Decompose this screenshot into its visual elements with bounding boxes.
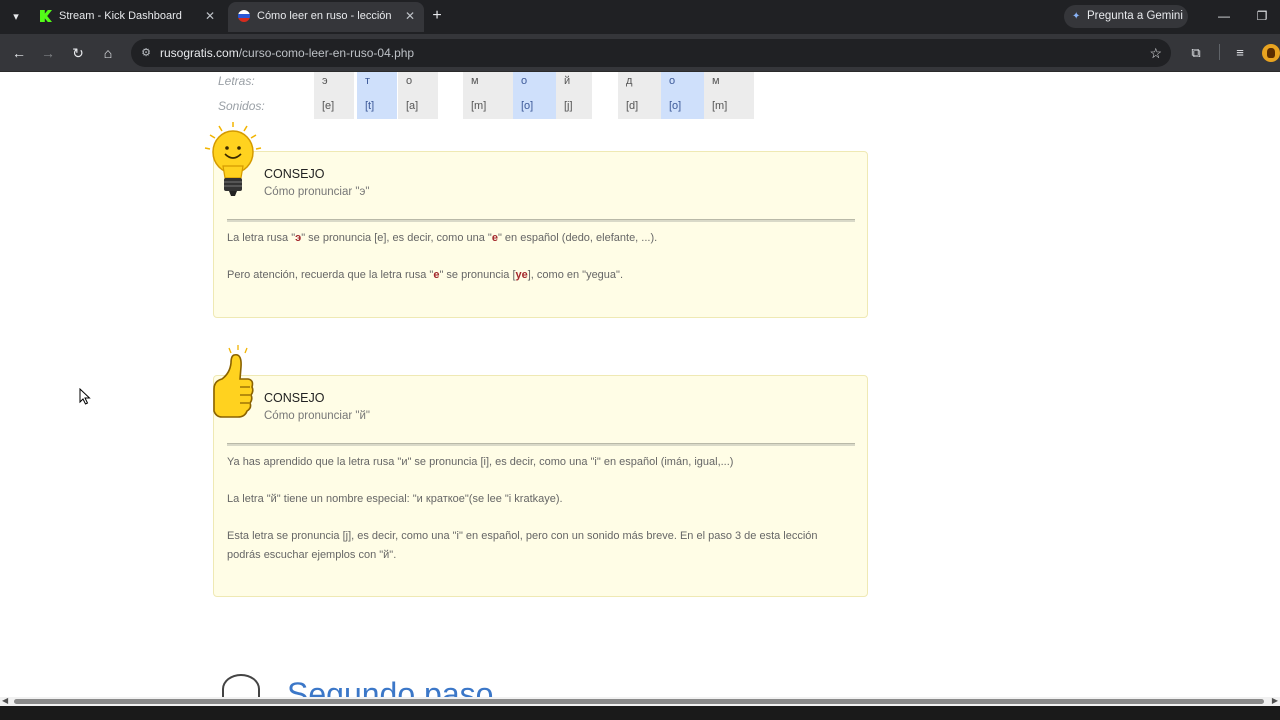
home-icon[interactable]: ⌂: [97, 42, 119, 64]
letter-cell: д: [618, 72, 661, 94]
thumbs-up-icon: [213, 345, 254, 418]
reload-icon[interactable]: ↻: [67, 42, 89, 64]
sound-cell: [a]: [398, 94, 438, 119]
letter-cell: й: [556, 72, 592, 94]
forward-arrow-icon[interactable]: →: [37, 42, 59, 64]
tip-divider: [227, 443, 855, 446]
scroll-left-arrow-icon[interactable]: ◀: [2, 696, 8, 705]
letter-cell: о: [398, 72, 438, 94]
gemini-button-label: Pregunta a Gemini: [1087, 10, 1183, 22]
tip-heading: CONSEJO: [264, 391, 325, 405]
tip-paragraph: Ya has aprendido que la letra rusa "и" s…: [227, 456, 734, 468]
close-icon[interactable]: ✕: [405, 2, 415, 30]
address-bar[interactable]: ⚙ rusogratis.com/curso-como-leer-en-ruso…: [131, 39, 1171, 67]
tab-bar: ▾ Stream - Kick Dashboard ✕ Cómo leer en…: [0, 0, 1280, 34]
window-bottom-edge: [0, 706, 1280, 720]
profile-avatar-icon[interactable]: [1262, 44, 1280, 62]
horizontal-scrollbar[interactable]: ◀ ▶: [0, 696, 1280, 706]
tip-paragraph: Pero atención, recuerda que la letra rus…: [227, 269, 624, 281]
letter-cell: о: [661, 72, 704, 94]
gemini-button[interactable]: ✦ Pregunta a Gemini: [1064, 5, 1188, 28]
gemini-spark-icon: ✦: [1072, 11, 1081, 22]
highlight-sound: ye: [515, 269, 528, 281]
tab-kick-dashboard[interactable]: Stream - Kick Dashboard ✕: [30, 2, 224, 32]
letter-cell: э: [314, 72, 354, 94]
toolbar-divider: [1219, 44, 1220, 60]
close-icon[interactable]: ✕: [205, 2, 215, 30]
toolbar: ← → ↻ ⌂ ⚙ rusogratis.com/curso-como-leer…: [0, 34, 1280, 72]
sound-cell: [e]: [314, 94, 354, 119]
tab-title: Stream - Kick Dashboard: [59, 10, 182, 22]
new-tab-plus-icon[interactable]: +: [428, 6, 446, 26]
sounds-row-label: Sonidos:: [218, 99, 265, 113]
letter-cell: т: [357, 72, 397, 94]
scroll-right-arrow-icon[interactable]: ▶: [1272, 696, 1278, 705]
sound-cell: [j]: [556, 94, 592, 119]
sound-cell: [o]: [661, 94, 704, 119]
bookmark-star-icon[interactable]: ☆: [1149, 39, 1162, 67]
minimize-icon[interactable]: —: [1212, 5, 1236, 27]
sound-cell: [d]: [618, 94, 661, 119]
tab-como-leer-en-ruso[interactable]: Cómo leer en ruso - lección 4 - ✕: [228, 2, 424, 32]
sound-cell: [m]: [463, 94, 513, 119]
tab-search-chevron-icon[interactable]: ▾: [6, 7, 26, 27]
url-path: /curso-como-leer-en-ruso-04.php: [238, 46, 415, 60]
russian-flag-icon: [238, 10, 250, 22]
section-title: Segundo paso: [287, 676, 494, 697]
mouse-cursor-icon: [79, 388, 91, 405]
restore-icon[interactable]: ❐: [1250, 5, 1274, 27]
tip-box-e: CONSEJO Cómo pronunciar "э" La letra rus…: [213, 151, 868, 318]
sound-cell: [t]: [357, 94, 397, 119]
extensions-puzzle-icon[interactable]: ⧉: [1185, 42, 1207, 64]
tip-subtitle: Cómo pronunciar "й": [264, 410, 370, 422]
tip-box-i-kratkoye: CONSEJO Cómo pronunciar "й" Ya has apren…: [213, 375, 868, 597]
url-domain: rusogratis.com: [160, 46, 239, 60]
scrollbar-thumb[interactable]: [14, 699, 1264, 704]
tip-heading: CONSEJO: [264, 167, 325, 181]
lightbulb-icon: [204, 122, 262, 196]
kick-logo-icon: [40, 10, 52, 22]
letter-cell: м: [704, 72, 754, 94]
page-content: Letras: Sonidos: э т о м о й д о м [e] […: [0, 72, 1280, 697]
letter-cell: м: [463, 72, 513, 94]
section-step-icon: [222, 674, 260, 697]
tip-paragraph: La letra rusa "э" se pronuncia [e], es d…: [227, 232, 658, 244]
url-text[interactable]: rusogratis.com/curso-como-leer-en-ruso-0…: [160, 39, 414, 67]
tip-paragraph: La letra "й" tiene un nombre especial: "…: [227, 493, 563, 505]
back-arrow-icon[interactable]: ←: [8, 42, 30, 64]
sound-cell: [o]: [513, 94, 556, 119]
tip-subtitle: Cómo pronunciar "э": [264, 186, 370, 198]
tip-paragraph: Esta letra se pronuncia [j], es decir, c…: [227, 530, 818, 561]
tip-divider: [227, 219, 855, 222]
letters-row-label: Letras:: [218, 74, 255, 88]
letter-cell: о: [513, 72, 556, 94]
tab-title: Cómo leer en ruso - lección 4 -: [257, 10, 391, 22]
sound-cell: [m]: [704, 94, 754, 119]
site-info-icon[interactable]: ⚙: [139, 46, 153, 60]
media-queue-icon[interactable]: ≡: [1229, 42, 1251, 64]
